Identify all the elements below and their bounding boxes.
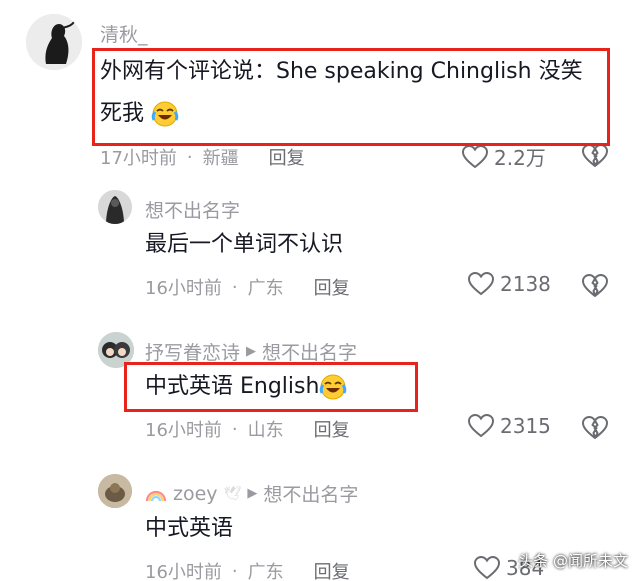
like-button[interactable]: 2138 (468, 272, 551, 296)
location: 山东 (247, 420, 284, 441)
location: 广东 (247, 278, 284, 299)
username-label[interactable]: zoey (173, 483, 218, 505)
like-button[interactable]: 2.2万 (462, 142, 546, 171)
separator: · (231, 560, 238, 581)
timestamp: 17小时前 (100, 148, 177, 169)
dislike-button[interactable] (582, 274, 608, 302)
rainbow-icon (145, 490, 167, 501)
reply-to-username[interactable]: 想不出名字 (262, 338, 357, 365)
comment-meta: 16小时前 · 山东 回复 (145, 416, 350, 442)
comment-text: 最后一个单词不认识 (145, 232, 344, 257)
dislike-button[interactable] (582, 416, 608, 444)
timestamp: 16小时前 (145, 420, 222, 441)
timestamp: 16小时前 (145, 278, 222, 299)
comment-meta: 16小时前 · 广东 回复 (145, 558, 350, 581)
comment-3: 抒写眷恋诗 ▶ 想不出名字 中式英语 English 16小时前 · 山东 回复… (0, 320, 640, 450)
username[interactable]: zoey 🕊 ▶ 想不出名字 (145, 480, 358, 507)
comment-text-line-1: 外网有个评论说：She speaking Chinglish 没笑 (100, 59, 583, 84)
laughing-crying-emoji (151, 101, 179, 127)
separator: · (231, 276, 238, 298)
avatar[interactable] (98, 190, 132, 224)
username-label[interactable]: 抒写眷恋诗 (145, 338, 240, 365)
reply-arrow-icon: ▶ (246, 344, 257, 359)
username-label[interactable]: 清秋_ (100, 20, 148, 47)
comment-text-label: 中式英语 English (145, 374, 320, 399)
separator: · (231, 418, 238, 440)
like-count: 2138 (500, 272, 551, 296)
avatar[interactable] (26, 14, 82, 70)
location: 广东 (247, 562, 284, 581)
broken-heart-icon (582, 416, 608, 439)
reply-button[interactable]: 回复 (314, 558, 350, 581)
comment-text: 中式英语 (145, 516, 234, 541)
comment-text-line-2-label: 死我 (100, 101, 145, 126)
reply-button[interactable]: 回复 (314, 416, 350, 442)
like-count: 2.2万 (494, 146, 546, 170)
separator: · (186, 146, 193, 168)
location: 新疆 (202, 148, 239, 169)
broken-heart-icon (582, 144, 608, 167)
heart-icon (468, 272, 494, 296)
avatar[interactable] (98, 332, 134, 368)
heart-icon (462, 144, 488, 168)
like-count: 2315 (500, 414, 551, 438)
username[interactable]: 清秋_ (100, 20, 148, 47)
heart-icon (474, 556, 500, 580)
avatar[interactable] (98, 474, 132, 508)
heart-icon (468, 414, 494, 438)
comment-text: 外网有个评论说：She speaking Chinglish 没笑 死我 (100, 55, 583, 131)
reply-arrow-icon: ▶ (247, 486, 258, 501)
username[interactable]: 想不出名字 (145, 196, 240, 223)
laughing-crying-emoji (320, 374, 347, 400)
like-button[interactable]: 2315 (468, 414, 551, 438)
broken-heart-icon (582, 274, 608, 297)
dove-icon: 🕊 (223, 485, 242, 502)
reply-button[interactable]: 回复 (314, 274, 350, 300)
comment-2: 想不出名字 最后一个单词不认识 16小时前 · 广东 回复 2138 (0, 180, 640, 310)
username[interactable]: 抒写眷恋诗 ▶ 想不出名字 (145, 338, 357, 365)
reply-button[interactable]: 回复 (269, 144, 305, 170)
comment-text-line-2: 死我 (100, 97, 583, 131)
watermark: 头条 @闻所未文 (518, 552, 628, 570)
comment-1: 清秋_ 外网有个评论说：She speaking Chinglish 没笑 死我… (0, 0, 640, 180)
username-label[interactable]: 想不出名字 (145, 196, 240, 223)
timestamp: 16小时前 (145, 562, 222, 581)
dislike-button[interactable] (582, 144, 608, 172)
comment-meta: 17小时前 · 新疆 回复 (100, 144, 305, 170)
comment-meta: 16小时前 · 广东 回复 (145, 274, 350, 300)
reply-to-username[interactable]: 想不出名字 (263, 480, 358, 507)
comment-text: 中式英语 English (145, 370, 347, 404)
